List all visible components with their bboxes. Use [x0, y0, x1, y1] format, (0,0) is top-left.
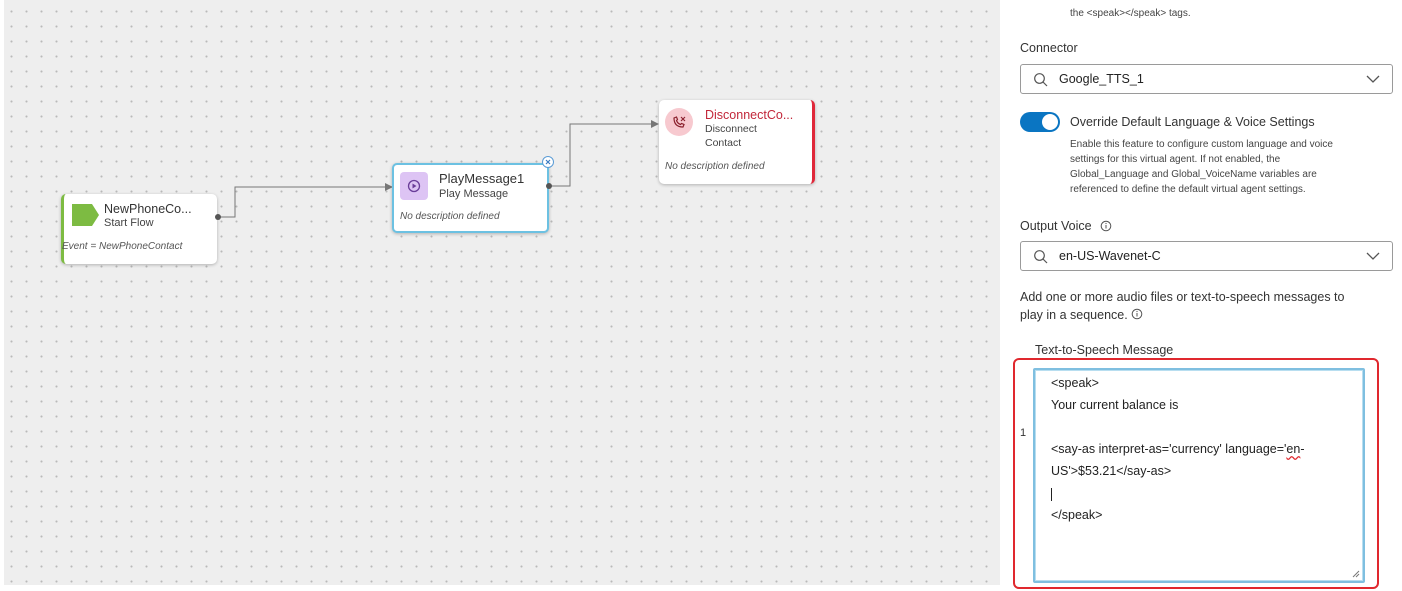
toggle-knob [1042, 114, 1058, 130]
output-port[interactable] [546, 183, 552, 189]
output-voice-label: Output Voice [1020, 219, 1092, 233]
node-description: No description defined [665, 161, 765, 172]
canvas-bottom-edge [0, 585, 1000, 591]
output-voice-select[interactable]: en-US-Wavenet-C [1020, 241, 1393, 271]
connector-label: Connector [1020, 41, 1078, 55]
node-event: Event = NewPhoneContact [62, 241, 183, 252]
tts-message-textarea[interactable]: <speak> Your current balance is <say-as … [1033, 368, 1365, 583]
search-icon [1034, 73, 1048, 87]
node-play-message[interactable]: PlayMessage1 Play Message No description… [392, 163, 549, 233]
node-subtitle: Play Message [439, 188, 509, 200]
help-line: referenced to define the default virtual… [1070, 184, 1306, 195]
node-title: PlayMessage1 [439, 171, 525, 186]
tts-text: <say-as interpret-as='currency' language… [1051, 442, 1287, 456]
spellcheck-word: en [1286, 442, 1301, 456]
tts-label: Text-to-Speech Message [1035, 343, 1174, 357]
disconnect-icon [665, 108, 693, 136]
search-icon [1034, 250, 1048, 264]
start-flow-icon [72, 204, 99, 226]
override-help: Enable this feature to configure custom … [1070, 137, 1333, 197]
play-message-icon [400, 172, 428, 200]
node-description: No description defined [400, 211, 500, 222]
resize-handle-icon[interactable] [1352, 570, 1360, 578]
info-icon[interactable] [1100, 220, 1112, 232]
output-port[interactable] [215, 214, 221, 220]
flow-canvas[interactable] [0, 0, 1000, 591]
tts-index: 1 [1020, 427, 1027, 439]
hint-text: play in a sequence. [1020, 308, 1128, 322]
node-subtitle: Start Flow [104, 217, 154, 229]
tts-line: <speak> [1051, 376, 1099, 390]
connector-select[interactable]: Google_TTS_1 [1020, 64, 1393, 94]
override-label: Override Default Language & Voice Settin… [1070, 115, 1315, 129]
chevron-down-icon [1366, 75, 1380, 83]
close-icon[interactable] [542, 156, 554, 168]
help-line: Global_Language and Global_VoiceName var… [1070, 169, 1317, 180]
top-note: the <speak></speak> tags. [1070, 8, 1191, 19]
override-toggle[interactable] [1020, 112, 1060, 132]
tts-line: Your current balance is [1051, 398, 1179, 412]
node-new-phone-contact[interactable]: NewPhoneCo... Start Flow Event = NewPhon… [61, 194, 217, 264]
add-audio-hint: Add one or more audio files or text-to-s… [1020, 288, 1344, 324]
tts-line: <say-as interpret-as='currency' language… [1051, 442, 1305, 456]
node-subtitle: Disconnect [705, 123, 757, 135]
text-cursor [1051, 488, 1052, 501]
hint-line: Add one or more audio files or text-to-s… [1020, 290, 1345, 304]
node-title: DisconnectCo... [705, 108, 794, 122]
output-voice-value: en-US-Wavenet-C [1059, 249, 1161, 263]
help-line: Enable this feature to configure custom … [1070, 139, 1333, 150]
node-subtitle: Contact [705, 137, 742, 149]
node-title: NewPhoneCo... [104, 202, 192, 216]
info-icon[interactable] [1131, 308, 1143, 320]
canvas-left-edge [0, 0, 4, 591]
tts-line: US'>$53.21</say-as> [1051, 464, 1172, 478]
node-disconnect-contact[interactable]: DisconnectCo... Disconnect Contact No de… [659, 100, 815, 184]
hint-line: play in a sequence. [1020, 306, 1344, 324]
connector-value: Google_TTS_1 [1059, 72, 1144, 86]
tts-line: </speak> [1051, 508, 1103, 522]
tts-text: - [1300, 442, 1305, 456]
help-line: settings for this virtual agent. If not … [1070, 154, 1281, 165]
chevron-down-icon [1366, 252, 1380, 260]
